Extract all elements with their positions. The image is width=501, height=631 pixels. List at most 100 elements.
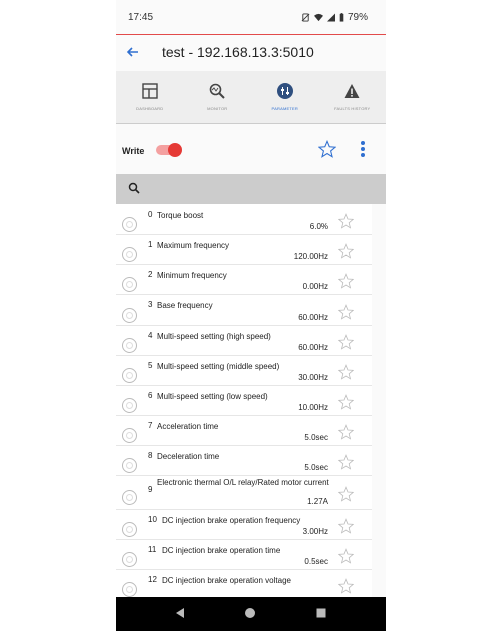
tab-monitor[interactable]: MONITOR bbox=[184, 71, 252, 123]
tab-label: MONITOR bbox=[207, 106, 228, 111]
signal-icon bbox=[326, 13, 335, 22]
toolbar: Write bbox=[116, 124, 386, 174]
favorite-star-icon[interactable] bbox=[337, 548, 355, 569]
parameter-number: 2 bbox=[148, 270, 153, 279]
favorite-star-icon[interactable] bbox=[337, 213, 355, 234]
parameter-row[interactable]: 6 Multi-speed setting (low speed) 10.00Hz bbox=[116, 385, 372, 416]
parameter-number: 12 bbox=[148, 575, 157, 584]
parameter-value: 6.0% bbox=[309, 222, 328, 231]
parameter-value: 1.27A bbox=[307, 497, 328, 506]
parameter-number: 6 bbox=[148, 391, 153, 400]
tab-faults-history[interactable]: FAULTS HISTORY bbox=[319, 71, 387, 123]
parameter-name: DC injection brake operation voltage bbox=[162, 576, 291, 585]
parameter-name: Multi-speed setting (middle speed) bbox=[157, 362, 280, 371]
parameter-name: Minimum frequency bbox=[157, 271, 227, 280]
parameter-name: Multi-speed setting (high speed) bbox=[157, 332, 271, 341]
parameter-row[interactable]: 1 Maximum frequency 120.00Hz bbox=[116, 234, 372, 265]
favorite-star-icon[interactable] bbox=[337, 518, 355, 539]
parameter-row[interactable]: 11 DC injection brake operation time 0.5se… bbox=[116, 539, 372, 570]
monitor-icon bbox=[209, 83, 225, 99]
back-arrow-icon[interactable] bbox=[126, 45, 140, 59]
row-select-radio[interactable] bbox=[122, 458, 137, 473]
parameter-row[interactable]: 0 Torque boost 6.0% bbox=[116, 204, 372, 235]
parameter-name: Maximum frequency bbox=[157, 241, 230, 250]
row-select-radio[interactable] bbox=[122, 552, 137, 567]
parameter-value: 5.0sec bbox=[304, 433, 328, 442]
favorite-star-icon[interactable] bbox=[337, 486, 355, 507]
parameter-value: 0.5sec bbox=[304, 557, 328, 566]
tab-dashboard[interactable]: DASHBOARD bbox=[116, 71, 184, 123]
parameter-name: Acceleration time bbox=[157, 422, 219, 431]
write-toggle[interactable] bbox=[156, 143, 182, 157]
row-select-radio[interactable] bbox=[122, 398, 137, 413]
favorite-star-icon[interactable] bbox=[337, 578, 355, 597]
parameter-name: Electronic thermal O/L relay/Rated motor… bbox=[157, 478, 329, 487]
tab-label: DASHBOARD bbox=[136, 106, 164, 111]
parameter-value: 60.00Hz bbox=[298, 313, 328, 322]
tab-label: PARAMETER bbox=[271, 106, 298, 111]
row-select-radio[interactable] bbox=[122, 277, 137, 292]
parameter-value: 5.0sec bbox=[304, 463, 328, 472]
page-title: test - 192.168.13.3:5010 bbox=[162, 44, 314, 60]
battery-level: 79% bbox=[347, 12, 368, 23]
parameter-number: 1 bbox=[148, 240, 153, 249]
dashboard-icon bbox=[142, 83, 158, 99]
favorite-star-icon[interactable] bbox=[337, 394, 355, 415]
parameter-row[interactable]: 2 Minimum frequency 0.00Hz bbox=[116, 264, 372, 295]
parameter-row[interactable]: 12 DC injection brake operation voltage bbox=[116, 569, 372, 597]
parameter-number: 11 bbox=[148, 545, 157, 554]
row-select-radio[interactable] bbox=[122, 582, 137, 597]
nav-recents-icon[interactable] bbox=[315, 607, 327, 619]
favorites-star-icon[interactable] bbox=[318, 140, 336, 158]
row-select-radio[interactable] bbox=[122, 217, 137, 232]
row-select-radio[interactable] bbox=[122, 428, 137, 443]
parameter-row[interactable]: 3 Base frequency 60.00Hz bbox=[116, 294, 372, 326]
row-select-radio[interactable] bbox=[122, 522, 137, 537]
parameter-value: 3.00Hz bbox=[302, 527, 328, 536]
nav-back-icon[interactable] bbox=[174, 607, 186, 619]
favorite-star-icon[interactable] bbox=[337, 273, 355, 294]
parameter-value: 120.00Hz bbox=[293, 252, 328, 261]
status-icons: 79% bbox=[301, 12, 368, 23]
parameter-icon bbox=[276, 83, 293, 99]
row-select-radio[interactable] bbox=[122, 247, 137, 262]
favorite-star-icon[interactable] bbox=[337, 364, 355, 385]
search-bar[interactable] bbox=[116, 174, 386, 204]
parameter-number: 3 bbox=[148, 300, 153, 309]
status-time: 17:45 bbox=[128, 12, 154, 23]
scroll-track[interactable] bbox=[372, 204, 386, 597]
system-nav-bar bbox=[116, 597, 386, 631]
row-select-radio[interactable] bbox=[122, 490, 137, 505]
parameter-value: 60.00Hz bbox=[298, 343, 328, 352]
row-select-radio[interactable] bbox=[122, 368, 137, 383]
row-select-radio[interactable] bbox=[122, 338, 137, 353]
warning-icon bbox=[344, 84, 360, 98]
parameter-number: 8 bbox=[148, 451, 153, 460]
favorite-star-icon[interactable] bbox=[337, 243, 355, 264]
parameter-number: 5 bbox=[148, 361, 153, 370]
parameter-number: 7 bbox=[148, 421, 153, 430]
parameter-row[interactable]: 9 Electronic thermal O/L relay/Rated moto… bbox=[116, 475, 372, 510]
favorite-star-icon[interactable] bbox=[337, 424, 355, 445]
phone-screen: 17:45 79% test - 192.168.13.3:5010 DASHB… bbox=[116, 0, 386, 631]
parameter-row[interactable]: 5 Multi-speed setting (middle speed) 30.00… bbox=[116, 355, 372, 386]
parameter-list: 0 Torque boost 6.0% 1 Maximum frequency 120.0… bbox=[116, 204, 372, 597]
favorite-star-icon[interactable] bbox=[337, 454, 355, 475]
wifi-icon bbox=[313, 13, 323, 22]
mute-icon bbox=[301, 13, 310, 22]
parameter-value: 10.00Hz bbox=[298, 403, 328, 412]
parameter-row[interactable]: 10 DC injection brake operation frequency… bbox=[116, 509, 372, 540]
nav-home-icon[interactable] bbox=[244, 607, 256, 619]
parameter-number: 0 bbox=[148, 210, 153, 219]
more-menu-icon[interactable] bbox=[360, 140, 366, 158]
parameter-row[interactable]: 8 Deceleration time 5.0sec bbox=[116, 445, 372, 476]
parameter-name: Torque boost bbox=[157, 211, 204, 220]
tab-parameter[interactable]: PARAMETER bbox=[251, 71, 319, 123]
row-select-radio[interactable] bbox=[122, 307, 137, 323]
parameter-row[interactable]: 7 Acceleration time 5.0sec bbox=[116, 415, 372, 446]
parameter-value: 0.00Hz bbox=[302, 282, 328, 291]
favorite-star-icon[interactable] bbox=[337, 303, 355, 325]
parameter-name: DC injection brake operation time bbox=[162, 546, 281, 555]
parameter-row[interactable]: 4 Multi-speed setting (high speed) 60.00Hz bbox=[116, 325, 372, 356]
favorite-star-icon[interactable] bbox=[337, 334, 355, 355]
